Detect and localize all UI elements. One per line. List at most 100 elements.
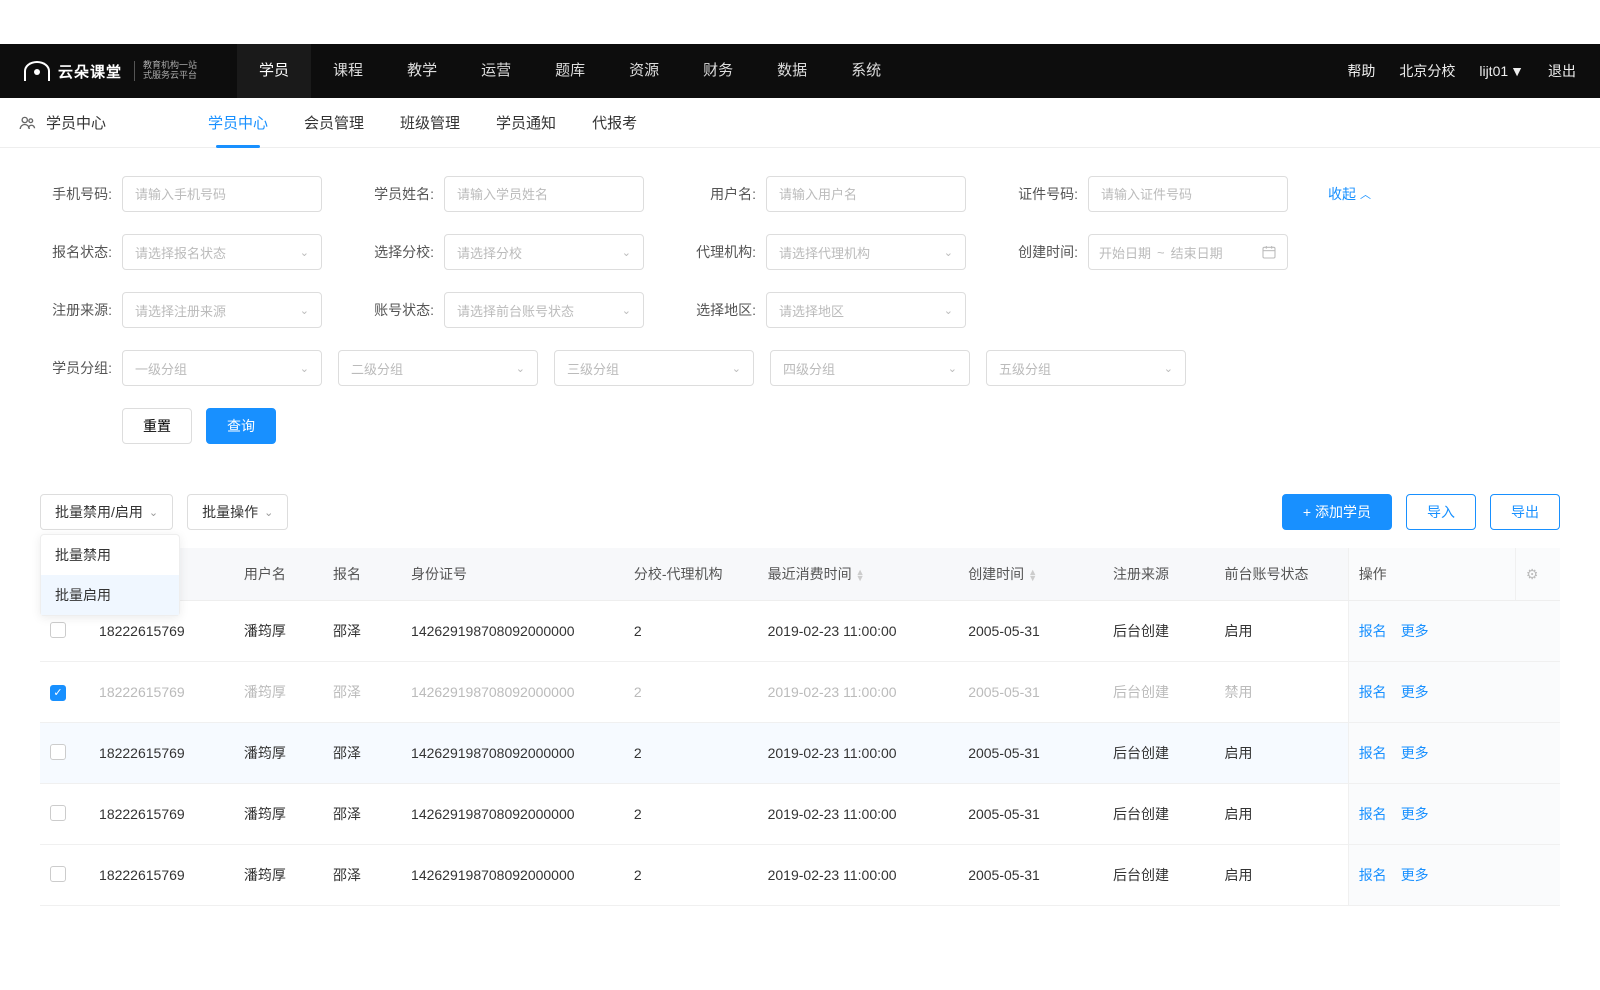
subnav-tab-2[interactable]: 班级管理: [400, 98, 460, 147]
collapse-toggle[interactable]: 收起 ︿: [1328, 184, 1371, 204]
topnav-item-5[interactable]: 资源: [607, 44, 681, 98]
topnav-item-8[interactable]: 系统: [829, 44, 903, 98]
region-label: 选择地区:: [684, 300, 756, 320]
agency-select[interactable]: 请选择代理机构⌄: [766, 234, 966, 270]
help-link[interactable]: 帮助: [1347, 61, 1375, 81]
chevron-up-icon: ︿: [1360, 186, 1371, 202]
row-checkbox[interactable]: [50, 685, 66, 701]
row-more-link[interactable]: 更多: [1401, 806, 1429, 822]
cell-create-time: 2005-05-31: [958, 662, 1103, 723]
subnav-tab-4[interactable]: 代报考: [592, 98, 637, 147]
bulk-toggle-dropdown[interactable]: 批量禁用/启用 ⌄: [40, 494, 173, 530]
calendar-icon: [1261, 244, 1277, 260]
chevron-down-icon: ⌄: [944, 304, 953, 317]
topnav-item-3[interactable]: 运营: [459, 44, 533, 98]
gear-icon[interactable]: ⚙: [1526, 566, 1539, 582]
cell-last-spend: 2019-02-23 11:00:00: [758, 601, 959, 662]
cell-branch: 2: [624, 601, 758, 662]
row-enroll-link[interactable]: 报名: [1359, 806, 1387, 822]
reset-button[interactable]: 重置: [122, 408, 192, 444]
import-button[interactable]: 导入: [1406, 494, 1476, 530]
create-time-label: 创建时间:: [1006, 242, 1078, 262]
cell-branch: 2: [624, 845, 758, 906]
group-select-1[interactable]: 一级分组⌄: [122, 350, 322, 386]
date-range-picker[interactable]: 开始日期 ~ 结束日期: [1088, 234, 1288, 270]
idno-label: 证件号码:: [1006, 184, 1078, 204]
sort-icon: ▲▼: [1028, 569, 1037, 581]
region-select[interactable]: 请选择地区⌄: [766, 292, 966, 328]
topnav-item-2[interactable]: 教学: [385, 44, 459, 98]
row-enroll-link[interactable]: 报名: [1359, 867, 1387, 883]
idno-input[interactable]: [1088, 176, 1288, 212]
add-student-button[interactable]: + 添加学员: [1282, 494, 1392, 530]
cell-username: 潘筠厚: [234, 845, 323, 906]
enroll-status-select[interactable]: 请选择报名状态⌄: [122, 234, 322, 270]
cell-enroll: 邵泽: [323, 784, 401, 845]
group-select-4[interactable]: 四级分组⌄: [770, 350, 970, 386]
row-more-link[interactable]: 更多: [1401, 623, 1429, 639]
row-enroll-link[interactable]: 报名: [1359, 623, 1387, 639]
bulk-toggle-menu: 批量禁用 批量启用: [40, 534, 180, 616]
cell-status: 启用: [1214, 845, 1348, 906]
name-input[interactable]: [444, 176, 644, 212]
bulk-disable-item[interactable]: 批量禁用: [41, 535, 179, 575]
subnav-tab-0[interactable]: 学员中心: [208, 98, 268, 147]
topnav-item-7[interactable]: 数据: [755, 44, 829, 98]
logout-link[interactable]: 退出: [1548, 61, 1576, 81]
reg-source-select[interactable]: 请选择注册来源⌄: [122, 292, 322, 328]
topnav-item-4[interactable]: 题库: [533, 44, 607, 98]
row-more-link[interactable]: 更多: [1401, 867, 1429, 883]
search-button[interactable]: 查询: [206, 408, 276, 444]
phone-input[interactable]: [122, 176, 322, 212]
cell-username: 潘筠厚: [234, 784, 323, 845]
group-select-5[interactable]: 五级分组⌄: [986, 350, 1186, 386]
username-input[interactable]: [766, 176, 966, 212]
table-row: 18222615769潘筠厚邵泽142629198708092000000220…: [40, 662, 1560, 723]
branch-selector[interactable]: 北京分校: [1399, 61, 1455, 81]
cell-branch: 2: [624, 784, 758, 845]
col-username[interactable]: 用户名: [234, 548, 323, 601]
row-checkbox[interactable]: [50, 744, 66, 760]
cell-create-time: 2005-05-31: [958, 601, 1103, 662]
row-enroll-link[interactable]: 报名: [1359, 745, 1387, 761]
cell-last-spend: 2019-02-23 11:00:00: [758, 845, 959, 906]
subnav-tab-3[interactable]: 学员通知: [496, 98, 556, 147]
user-menu[interactable]: lijt01▼: [1479, 63, 1524, 79]
topnav-item-6[interactable]: 财务: [681, 44, 755, 98]
subnav-tab-1[interactable]: 会员管理: [304, 98, 364, 147]
chevron-down-icon: ⌄: [1164, 362, 1173, 375]
col-create-time[interactable]: 创建时间▲▼: [958, 548, 1103, 601]
col-enroll[interactable]: 报名: [323, 548, 401, 601]
bulk-enable-item[interactable]: 批量启用: [41, 575, 179, 615]
topnav-item-0[interactable]: 学员: [237, 44, 311, 98]
cell-idno: 142629198708092000000: [401, 723, 624, 784]
username-label: 用户名:: [684, 184, 756, 204]
cell-status: 启用: [1214, 723, 1348, 784]
cell-idno: 142629198708092000000: [401, 601, 624, 662]
row-checkbox[interactable]: [50, 805, 66, 821]
account-status-select[interactable]: 请选择前台账号状态⌄: [444, 292, 644, 328]
cell-branch: 2: [624, 662, 758, 723]
col-idno[interactable]: 身份证号: [401, 548, 624, 601]
col-account-status[interactable]: 前台账号状态: [1214, 548, 1348, 601]
branch-select[interactable]: 请选择分校⌄: [444, 234, 644, 270]
reg-source-label: 注册来源:: [40, 300, 112, 320]
row-more-link[interactable]: 更多: [1401, 684, 1429, 700]
row-checkbox[interactable]: [50, 622, 66, 638]
chevron-down-icon: ⌄: [300, 362, 309, 375]
group-select-2[interactable]: 二级分组⌄: [338, 350, 538, 386]
cell-username: 潘筠厚: [234, 662, 323, 723]
row-checkbox[interactable]: [50, 866, 66, 882]
brand-subtitle: 教育机构一站 式服务云平台: [134, 61, 197, 81]
table-row: 18222615769潘筠厚邵泽142629198708092000000220…: [40, 784, 1560, 845]
row-enroll-link[interactable]: 报名: [1359, 684, 1387, 700]
topnav-item-1[interactable]: 课程: [311, 44, 385, 98]
row-more-link[interactable]: 更多: [1401, 745, 1429, 761]
col-reg-source[interactable]: 注册来源: [1103, 548, 1214, 601]
export-button[interactable]: 导出: [1490, 494, 1560, 530]
cell-phone: 18222615769: [89, 723, 234, 784]
group-select-3[interactable]: 三级分组⌄: [554, 350, 754, 386]
bulk-ops-dropdown[interactable]: 批量操作 ⌄: [187, 494, 288, 530]
col-last-spend[interactable]: 最近消费时间▲▼: [758, 548, 959, 601]
col-branch-agency[interactable]: 分校-代理机构: [624, 548, 758, 601]
